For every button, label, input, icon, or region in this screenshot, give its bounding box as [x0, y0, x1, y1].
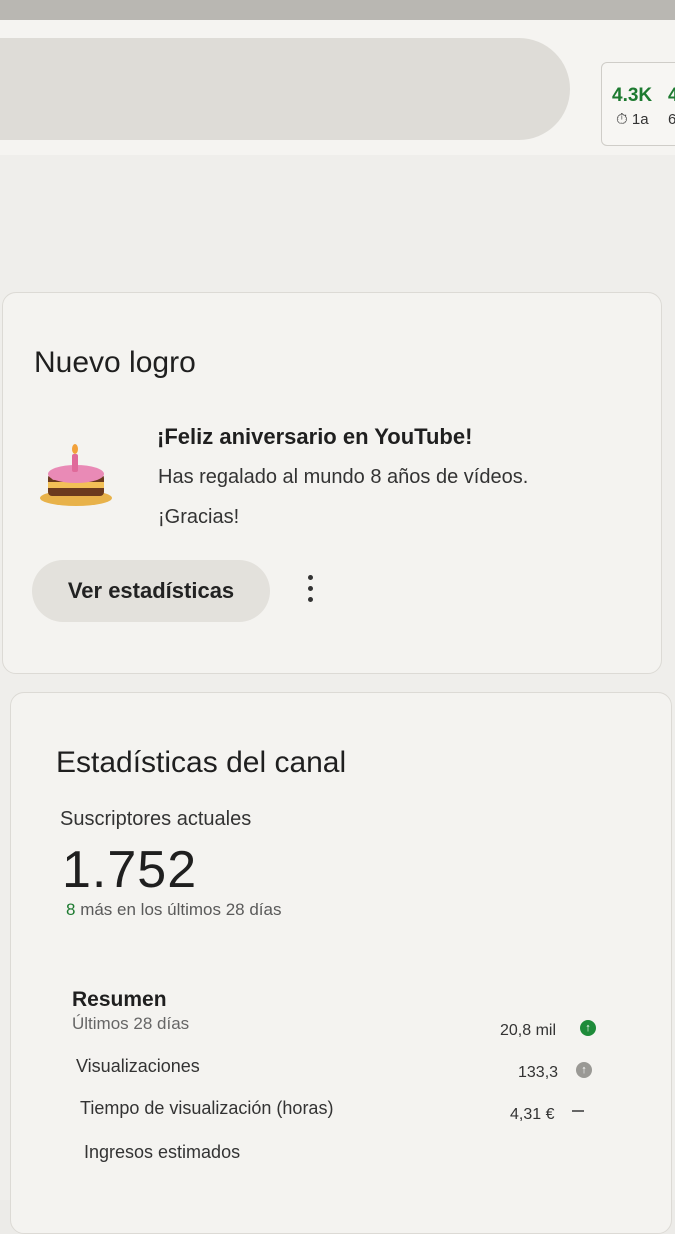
search-bar[interactable] — [0, 38, 570, 140]
achievement-card-title: Nuevo logro — [34, 346, 196, 379]
metric-value-views: 20,8 mil — [500, 1022, 557, 1039]
achievement-thanks: ¡Gracias! — [158, 506, 240, 528]
trend-up-icon: ↑ — [580, 1020, 596, 1036]
subscribers-delta-text: más en los últimos 28 días — [75, 900, 282, 919]
summary-period: Últimos 28 días — [72, 1014, 190, 1033]
achievement-description: Has regalado al mundo 8 años de vídeos. — [158, 466, 529, 488]
realtime-stats-widget[interactable]: 4.3K 4 ⏱ 1a 6 — [601, 62, 675, 146]
subscribers-label: Suscriptores actuales — [60, 808, 252, 830]
view-stats-button[interactable]: Ver estadísticas — [32, 560, 270, 622]
realtime-views-partial: 4 — [668, 85, 675, 106]
summary-title: Resumen — [72, 988, 167, 1011]
achievement-headline: ¡Feliz aniversario en YouTube! — [157, 424, 473, 449]
metric-label-watch-time: Tiempo de visualización (horas) — [80, 1098, 334, 1118]
metric-label-revenue: Ingresos estimados — [84, 1142, 241, 1162]
metric-label-views: Visualizaciones — [76, 1056, 200, 1076]
clock-icon: ⏱ — [616, 111, 628, 128]
metric-value-revenue: 4,31 € — [510, 1106, 555, 1123]
realtime-meta-partial: 6 — [668, 111, 675, 128]
metric-value-watch-time: 133,3 — [518, 1064, 559, 1081]
birthday-cake-icon — [38, 440, 118, 510]
subscribers-count: 1.752 — [62, 841, 198, 899]
realtime-meta: ⏱ 1a — [616, 111, 649, 128]
channel-stats-title: Estadísticas del canal — [56, 746, 347, 779]
realtime-views: 4.3K — [612, 85, 653, 106]
trend-neutral-icon: ↑ — [576, 1062, 592, 1078]
trend-none-icon — [572, 1110, 584, 1112]
subscribers-delta: 8 más en los últimos 28 días — [66, 900, 281, 920]
more-options-icon[interactable] — [300, 575, 320, 609]
